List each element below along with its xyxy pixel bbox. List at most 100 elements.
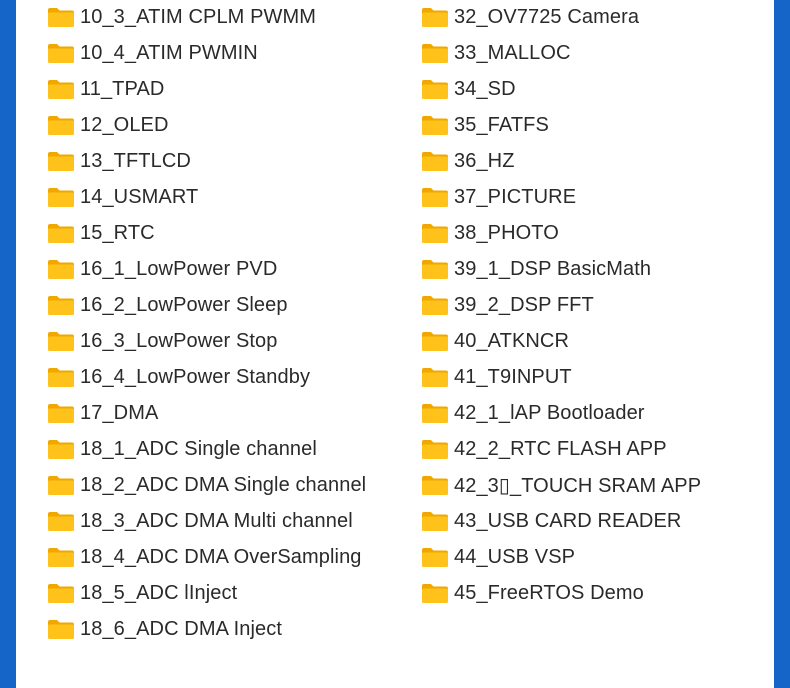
- folder-icon: [48, 8, 74, 27]
- folder-item-right-11[interactable]: 42_1_lAP Bootloader: [421, 395, 701, 431]
- folder-item-left-17[interactable]: 18_6_ADC DMA Inject: [47, 611, 366, 647]
- folder-item-left-1[interactable]: 10_4_ATIM PWMIN: [47, 35, 366, 71]
- folder-item-left-15[interactable]: 18_4_ADC DMA OverSampling: [47, 539, 366, 575]
- folder-icon: [48, 548, 74, 567]
- folder-name: 44_USB VSP: [454, 545, 576, 568]
- folder-item-right-1[interactable]: 33_MALLOC: [421, 35, 701, 71]
- folder-name: 18_2_ADC DMA Single channel: [80, 473, 367, 496]
- folder-column-right: 32_OV7725 Camera 33_MALLOC 34_SD 35_FATF…: [421, 0, 701, 611]
- folder-name: 45_FreeRTOS Demo: [454, 581, 644, 604]
- folder-item-left-10[interactable]: 16_4_LowPower Standby: [47, 359, 366, 395]
- folder-item-left-11[interactable]: 17_DMA: [47, 395, 366, 431]
- folder-name: 17_DMA: [80, 401, 159, 424]
- folder-icon: [48, 296, 74, 315]
- folder-icon: [422, 548, 448, 567]
- folder-name: 18_1_ADC Single channel: [80, 437, 317, 460]
- folder-name: 42_2_RTC FLASH APP: [454, 437, 667, 460]
- folder-item-right-3[interactable]: 35_FATFS: [421, 107, 701, 143]
- folder-name: 38_PHOTO: [454, 221, 559, 244]
- folder-item-right-10[interactable]: 41_T9INPUT: [421, 359, 701, 395]
- folder-name: 18_6_ADC DMA Inject: [80, 617, 282, 640]
- folder-icon: [422, 332, 448, 351]
- folder-item-right-16[interactable]: 45_FreeRTOS Demo: [421, 575, 701, 611]
- folder-name: 16_4_LowPower Standby: [80, 365, 311, 388]
- folder-list-panel: 10_3_ATIM CPLM PWMM 10_4_ATIM PWMIN 11_T…: [16, 0, 774, 688]
- folder-name: 16_2_LowPower Sleep: [80, 293, 288, 316]
- folder-item-right-9[interactable]: 40_ATKNCR: [421, 323, 701, 359]
- folder-name: 18_4_ADC DMA OverSampling: [80, 545, 362, 568]
- folder-item-right-2[interactable]: 34_SD: [421, 71, 701, 107]
- folder-name: 35_FATFS: [454, 113, 549, 136]
- folder-name: 10_4_ATIM PWMIN: [80, 41, 258, 64]
- folder-icon: [48, 260, 74, 279]
- folder-name: 33_MALLOC: [454, 41, 571, 64]
- folder-item-right-12[interactable]: 42_2_RTC FLASH APP: [421, 431, 701, 467]
- folder-item-left-9[interactable]: 16_3_LowPower Stop: [47, 323, 366, 359]
- folder-icon: [422, 8, 448, 27]
- folder-item-left-7[interactable]: 16_1_LowPower PVD: [47, 251, 366, 287]
- folder-name: 14_USMART: [80, 185, 199, 208]
- folder-name: 41_T9INPUT: [454, 365, 572, 388]
- folder-item-right-7[interactable]: 39_1_DSP BasicMath: [421, 251, 701, 287]
- folder-item-left-16[interactable]: 18_5_ADC lInject: [47, 575, 366, 611]
- folder-icon: [422, 368, 448, 387]
- folder-icon: [422, 188, 448, 207]
- folder-item-left-5[interactable]: 14_USMART: [47, 179, 366, 215]
- folder-item-left-3[interactable]: 12_OLED: [47, 107, 366, 143]
- folder-item-right-0[interactable]: 32_OV7725 Camera: [421, 0, 701, 35]
- folder-icon: [48, 224, 74, 243]
- folder-item-right-13[interactable]: 42_3▯_TOUCH SRAM APP: [421, 467, 701, 503]
- folder-item-left-6[interactable]: 15_RTC: [47, 215, 366, 251]
- folder-name: 40_ATKNCR: [454, 329, 570, 352]
- folder-item-left-14[interactable]: 18_3_ADC DMA Multi channel: [47, 503, 366, 539]
- folder-item-right-14[interactable]: 43_USB CARD READER: [421, 503, 701, 539]
- folder-icon: [48, 404, 74, 423]
- folder-icon: [422, 80, 448, 99]
- folder-icon: [48, 152, 74, 171]
- folder-item-right-5[interactable]: 37_PICTURE: [421, 179, 701, 215]
- folder-icon: [422, 260, 448, 279]
- folder-name: 36_HZ: [454, 149, 515, 172]
- folder-item-left-2[interactable]: 11_TPAD: [47, 71, 366, 107]
- folder-name: 11_TPAD: [80, 77, 165, 100]
- folder-icon: [422, 476, 448, 495]
- folder-name: 34_SD: [454, 77, 516, 100]
- folder-name: 16_3_LowPower Stop: [80, 329, 278, 352]
- folder-icon: [48, 116, 74, 135]
- folder-name: 18_3_ADC DMA Multi channel: [80, 509, 353, 532]
- folder-icon: [48, 44, 74, 63]
- folder-icon: [48, 440, 74, 459]
- folder-icon: [48, 476, 74, 495]
- folder-icon: [422, 584, 448, 603]
- folder-icon: [48, 332, 74, 351]
- folder-item-right-6[interactable]: 38_PHOTO: [421, 215, 701, 251]
- folder-icon: [48, 368, 74, 387]
- folder-icon: [48, 584, 74, 603]
- folder-name: 32_OV7725 Camera: [454, 5, 640, 28]
- folder-icon: [422, 224, 448, 243]
- folder-icon: [422, 404, 448, 423]
- folder-name: 42_3▯_TOUCH SRAM APP: [454, 474, 702, 497]
- folder-item-left-0[interactable]: 10_3_ATIM CPLM PWMM: [47, 0, 366, 35]
- folder-icon: [422, 296, 448, 315]
- folder-name: 43_USB CARD READER: [454, 509, 682, 532]
- folder-icon: [422, 116, 448, 135]
- folder-icon: [48, 512, 74, 531]
- folder-name: 16_1_LowPower PVD: [80, 257, 278, 280]
- folder-item-right-4[interactable]: 36_HZ: [421, 143, 701, 179]
- folder-icon: [48, 188, 74, 207]
- folder-item-right-15[interactable]: 44_USB VSP: [421, 539, 701, 575]
- folder-item-left-13[interactable]: 18_2_ADC DMA Single channel: [47, 467, 366, 503]
- folder-item-left-4[interactable]: 13_TFTLCD: [47, 143, 366, 179]
- folder-item-right-8[interactable]: 39_2_DSP FFT: [421, 287, 701, 323]
- folder-icon: [48, 80, 74, 99]
- folder-name: 10_3_ATIM CPLM PWMM: [80, 5, 317, 28]
- folder-name: 39_1_DSP BasicMath: [454, 257, 652, 280]
- folder-name: 15_RTC: [80, 221, 155, 244]
- folder-icon: [48, 620, 74, 639]
- folder-icon: [422, 440, 448, 459]
- folder-icon: [422, 44, 448, 63]
- folder-item-left-8[interactable]: 16_2_LowPower Sleep: [47, 287, 366, 323]
- folder-item-left-12[interactable]: 18_1_ADC Single channel: [47, 431, 366, 467]
- folder-name: 12_OLED: [80, 113, 169, 136]
